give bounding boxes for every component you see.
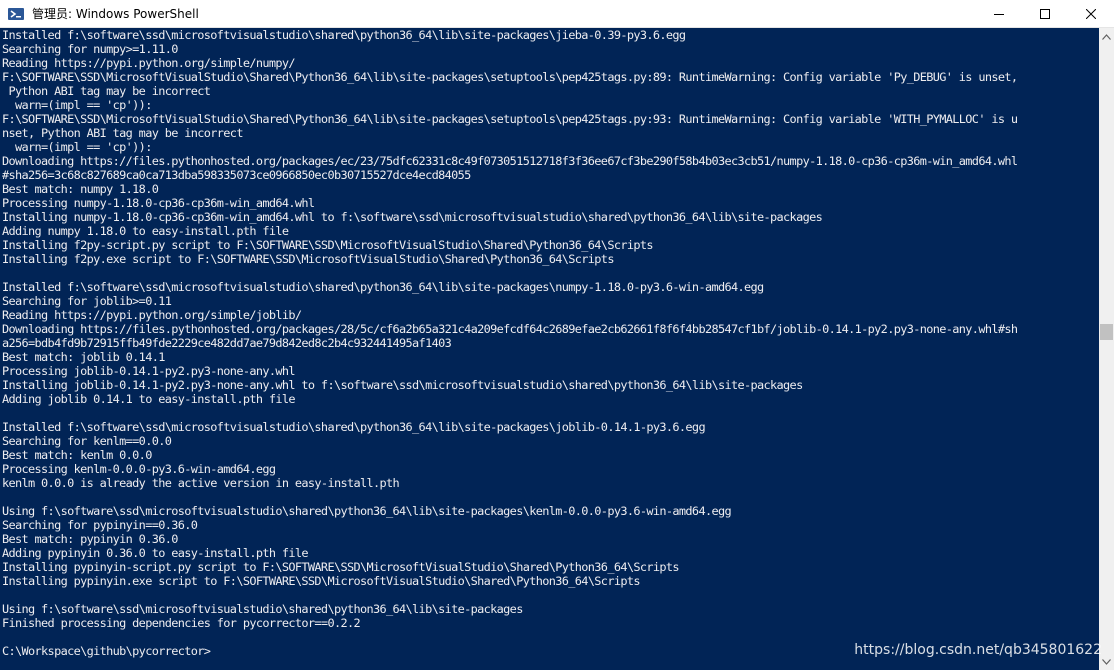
terminal-line: Searching for kenlm==0.0.0: [2, 434, 172, 448]
terminal-line: Python ABI tag may be incorrect: [2, 84, 211, 98]
terminal-line: Best match: kenlm 0.0.0: [2, 448, 152, 462]
terminal-line: Best match: numpy 1.18.0: [2, 182, 159, 196]
title-bar[interactable]: 管理员: Windows PowerShell: [0, 0, 1114, 28]
maximize-button[interactable]: [1022, 0, 1068, 27]
minimize-button[interactable]: [976, 0, 1022, 27]
terminal-line: Processing numpy-1.18.0-cp36-cp36m-win_a…: [2, 196, 315, 210]
terminal-line: Processing joblib-0.14.1-py2.py3-none-an…: [2, 364, 296, 378]
terminal-line: Searching for numpy>=1.11.0: [2, 42, 178, 56]
chevron-down-icon: [1102, 658, 1111, 665]
vertical-scrollbar[interactable]: [1099, 28, 1114, 670]
maximize-icon: [1040, 8, 1050, 19]
terminal-line: Installing pypinyin.exe script to F:\SOF…: [2, 574, 641, 588]
terminal-line: Installing f2py-script.py script to F:\S…: [2, 238, 654, 252]
terminal-line: Installing numpy-1.18.0-cp36-cp36m-win_a…: [2, 210, 823, 224]
terminal-line: Finished processing dependencies for pyc…: [2, 616, 361, 630]
terminal-line: kenlm 0.0.0 is already the active versio…: [2, 476, 400, 490]
terminal-line: Installed f:\software\ssd\microsoftvisua…: [2, 28, 686, 42]
watermark: https://blog.csdn.net/qb345801622: [854, 642, 1102, 658]
scroll-thumb[interactable]: [1100, 324, 1113, 340]
terminal-line: Installed f:\software\ssd\microsoftvisua…: [2, 420, 706, 434]
terminal-line: F:\SOFTWARE\SSD\MicrosoftVisualStudio\Sh…: [2, 112, 1018, 126]
close-button[interactable]: [1068, 0, 1114, 27]
terminal-line: Searching for pypinyin==0.36.0: [2, 518, 198, 532]
terminal-output[interactable]: Installed f:\software\ssd\microsoftvisua…: [0, 28, 1099, 670]
chevron-up-icon: [1102, 33, 1111, 40]
terminal-line: #sha256=3c68c827689ca0ca713dba598335073c…: [2, 168, 471, 182]
window-controls: [976, 0, 1114, 27]
terminal-line: Best match: pypinyin 0.36.0: [2, 532, 178, 546]
terminal-line: a256=bdb4fd9b72915ffb49fde2229ce482dd7ae…: [2, 336, 452, 350]
terminal-line: Adding numpy 1.18.0 to easy-install.pth …: [2, 224, 289, 238]
terminal-line: Installing f2py.exe script to F:\SOFTWAR…: [2, 252, 614, 266]
terminal-line: Using f:\software\ssd\microsoftvisualstu…: [2, 504, 732, 518]
terminal-line: Reading https://pypi.python.org/simple/j…: [2, 308, 302, 322]
terminal-line: Adding joblib 0.14.1 to easy-install.pth…: [2, 392, 296, 406]
terminal-line: Adding pypinyin 0.36.0 to easy-install.p…: [2, 546, 309, 560]
terminal-line: Reading https://pypi.python.org/simple/n…: [2, 56, 296, 70]
window-title: 管理员: Windows PowerShell: [32, 7, 199, 21]
terminal-line: Installing joblib-0.14.1-py2.py3-none-an…: [2, 378, 803, 392]
terminal-line: warn=(impl == 'cp')):: [2, 98, 152, 112]
terminal-line: nset, Python ABI tag may be incorrect: [2, 126, 243, 140]
scroll-up-button[interactable]: [1099, 28, 1114, 45]
minimize-icon: [994, 13, 1004, 15]
terminal-line: Downloading https://files.pythonhosted.o…: [2, 154, 1018, 168]
terminal-line: Best match: joblib 0.14.1: [2, 350, 165, 364]
close-icon: [1086, 8, 1096, 19]
terminal-line: F:\SOFTWARE\SSD\MicrosoftVisualStudio\Sh…: [2, 70, 1018, 84]
terminal-line: Installed f:\software\ssd\microsoftvisua…: [2, 280, 764, 294]
terminal-line: Processing kenlm-0.0.0-py3.6-win-amd64.e…: [2, 462, 276, 476]
terminal-line: warn=(impl == 'cp')):: [2, 140, 152, 154]
terminal-line: Searching for joblib>=0.11: [2, 294, 172, 308]
terminal-line: Installing pypinyin-script.py script to …: [2, 560, 680, 574]
terminal-line: Downloading https://files.pythonhosted.o…: [2, 322, 1018, 336]
powershell-icon: [8, 6, 24, 22]
terminal-line: Using f:\software\ssd\microsoftvisualstu…: [2, 602, 523, 616]
